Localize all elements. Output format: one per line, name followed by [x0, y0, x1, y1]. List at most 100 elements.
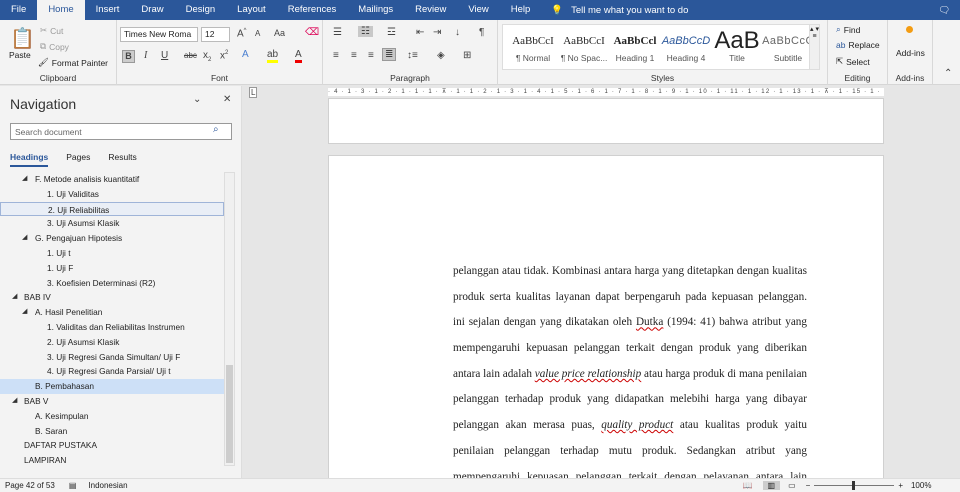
nav-heading-item[interactable]: 4. Uji Regresi Ganda Parsial/ Uji t — [0, 364, 224, 379]
zoom-slider[interactable] — [814, 481, 895, 490]
replace-button[interactable]: ab Replace — [836, 40, 880, 50]
collapse-ribbon-icon[interactable]: ⌃ — [944, 68, 952, 79]
align-left-icon[interactable]: ≡ — [333, 50, 339, 61]
tab-mailings[interactable]: Mailings — [347, 0, 404, 20]
tab-insert[interactable]: Insert — [85, 0, 131, 20]
search-input[interactable]: Search document — [10, 123, 232, 140]
tell-me-search[interactable]: 💡 Tell me what you want to do — [551, 5, 688, 16]
read-mode-icon[interactable]: 📖 — [743, 481, 753, 490]
document-page[interactable]: pelanggan atau tidak. Kombinasi antara h… — [328, 155, 884, 485]
nav-tab-headings[interactable]: Headings — [10, 152, 49, 167]
tab-references[interactable]: References — [277, 0, 348, 20]
nav-heading-item[interactable]: ◢ BAB IV — [0, 290, 224, 305]
zoom-in-button[interactable]: + — [898, 481, 903, 490]
addins-button[interactable]: Add-ins — [896, 48, 925, 58]
expand-triangle-icon[interactable]: ◢ — [22, 172, 27, 187]
cut-button[interactable]: ✂ Cut — [40, 25, 63, 36]
bullets-icon[interactable]: ☰ — [333, 27, 342, 38]
tab-selector-icon[interactable]: L — [249, 87, 258, 98]
line-spacing-icon[interactable]: ↕≡ — [407, 50, 418, 61]
strikethrough-icon[interactable]: abc — [184, 51, 197, 60]
style-heading-4[interactable]: AaBbCcD Heading 4 — [658, 25, 714, 63]
tab-help[interactable]: Help — [500, 0, 542, 20]
language[interactable]: Indonesian — [88, 481, 127, 490]
tab-layout[interactable]: Layout — [226, 0, 277, 20]
zoom-level[interactable]: 100% — [911, 481, 931, 490]
font-size-select[interactable]: 12 — [201, 27, 230, 42]
style-heading-1[interactable]: AaBbCcl Heading 1 — [607, 25, 663, 63]
page-count[interactable]: Page 42 of 53 — [5, 481, 55, 490]
nav-heading-item[interactable]: 2. Uji Asumsi Klasik — [0, 335, 224, 350]
nav-heading-item[interactable]: 3. Uji Asumsi Klasik — [0, 216, 224, 231]
nav-heading-item[interactable]: 3. Uji Regresi Ganda Simultan/ Uji F — [0, 350, 224, 365]
pilcrow-icon[interactable]: ¶ — [479, 27, 484, 38]
expand-triangle-icon[interactable]: ◢ — [12, 290, 17, 305]
zoom-out-button[interactable]: − — [806, 481, 811, 490]
nav-heading-item[interactable]: 2. Uji Reliabilitas — [0, 201, 224, 217]
tab-design[interactable]: Design — [175, 0, 227, 20]
style--normal[interactable]: AaBbCcI ¶ Normal — [505, 25, 561, 63]
proofing-icon[interactable]: ▤ — [69, 481, 77, 490]
multilevel-list-icon[interactable]: ☲ — [387, 27, 396, 38]
nav-heading-item[interactable]: B. Saran — [0, 424, 224, 439]
nav-heading-item[interactable]: ◢ BAB V — [0, 394, 224, 409]
select-button[interactable]: ⇱ Select — [836, 56, 870, 67]
tab-view[interactable]: View — [457, 0, 499, 20]
nav-heading-item[interactable]: ◢ A. Hasil Penelitian — [0, 305, 224, 320]
nav-heading-item[interactable]: ◢ G. Pengajuan Hipotesis — [0, 231, 224, 246]
nav-heading-item[interactable]: 1. Uji F — [0, 261, 224, 276]
print-layout-icon[interactable]: ▥ — [762, 481, 781, 490]
italic-icon[interactable]: I — [144, 50, 147, 61]
borders-icon[interactable]: ⊞ — [463, 50, 471, 61]
nav-heading-item[interactable]: 1. Uji t — [0, 246, 224, 261]
font-name-select[interactable]: Times New Roma — [120, 27, 198, 42]
style--no-spac-[interactable]: AaBbCcI ¶ No Spac... — [556, 25, 612, 63]
nav-heading-item[interactable]: 3. Koefisien Determinasi (R2) — [0, 276, 224, 291]
align-right-icon[interactable]: ≡ — [368, 50, 374, 61]
expand-triangle-icon[interactable]: ◢ — [22, 231, 27, 246]
horizontal-ruler[interactable]: · 4 · 1 · 3 · 1 · 2 · 1 · 1 · 1 · ⊼ · 1 … — [262, 86, 960, 98]
paste-icon[interactable]: 📋 — [10, 26, 35, 51]
sort-icon[interactable]: ↓ — [455, 27, 460, 38]
font-color-icon[interactable]: A — [295, 49, 302, 63]
change-case-button[interactable]: Aa — [274, 28, 285, 38]
shading-icon[interactable]: ◈ — [437, 50, 445, 61]
bold-icon[interactable]: B — [122, 50, 135, 63]
scroll-thumb[interactable] — [226, 365, 233, 463]
highlight-icon[interactable]: ab — [267, 49, 279, 63]
shrink-font-icon[interactable]: A — [255, 29, 260, 38]
paste-button[interactable]: Paste — [9, 50, 31, 60]
align-center-icon[interactable]: ≡ — [351, 50, 357, 61]
increase-indent-icon[interactable]: ⇥ — [433, 27, 441, 38]
nav-heading-item[interactable]: A. Kesimpulan — [0, 409, 224, 424]
superscript-icon[interactable]: x2 — [220, 50, 228, 61]
subscript-icon[interactable]: x2 — [203, 50, 211, 63]
nav-heading-item[interactable]: DAFTAR PUSTAKA — [0, 438, 224, 453]
justify-icon[interactable]: ≣ — [382, 48, 397, 61]
nav-scrollbar[interactable] — [224, 172, 235, 466]
web-layout-icon[interactable]: ▭ — [788, 481, 796, 490]
nav-options-chevron-icon[interactable]: ⌄ — [193, 94, 201, 105]
tab-file[interactable]: File — [0, 0, 37, 20]
styles-scroll[interactable]: ▴ ▾ ≡ — [809, 25, 819, 69]
expand-triangle-icon[interactable]: ◢ — [22, 305, 27, 320]
tab-draw[interactable]: Draw — [130, 0, 174, 20]
document-body[interactable]: pelanggan atau tidak. Kombinasi antara h… — [453, 259, 807, 490]
nav-heading-item[interactable]: 1. Validitas dan Reliabilitas Instrumen — [0, 320, 224, 335]
nav-heading-item[interactable]: 1. Uji Validitas — [0, 187, 224, 202]
expand-triangle-icon[interactable]: ◢ — [12, 394, 17, 409]
copy-button[interactable]: ⧉ Copy — [40, 41, 69, 52]
underline-icon[interactable]: U — [161, 50, 168, 61]
nav-heading-item[interactable]: LAMPIRAN — [0, 453, 224, 468]
tab-home[interactable]: Home — [37, 0, 85, 20]
nav-tab-pages[interactable]: Pages — [66, 152, 90, 167]
numbering-icon[interactable]: ☷ — [358, 26, 373, 37]
nav-tab-results[interactable]: Results — [108, 152, 136, 167]
nav-heading-item[interactable]: ◢ F. Metode analisis kuantitatif — [0, 172, 224, 187]
clear-format-icon[interactable]: ⌫ — [305, 27, 319, 38]
search-icon[interactable]: ⌕ — [213, 124, 219, 135]
tab-review[interactable]: Review — [404, 0, 457, 20]
style-subtitle[interactable]: AaBbCcC Subtitle — [760, 25, 816, 63]
close-icon[interactable]: ✕ — [223, 94, 231, 105]
vertical-ruler[interactable] — [248, 102, 258, 478]
